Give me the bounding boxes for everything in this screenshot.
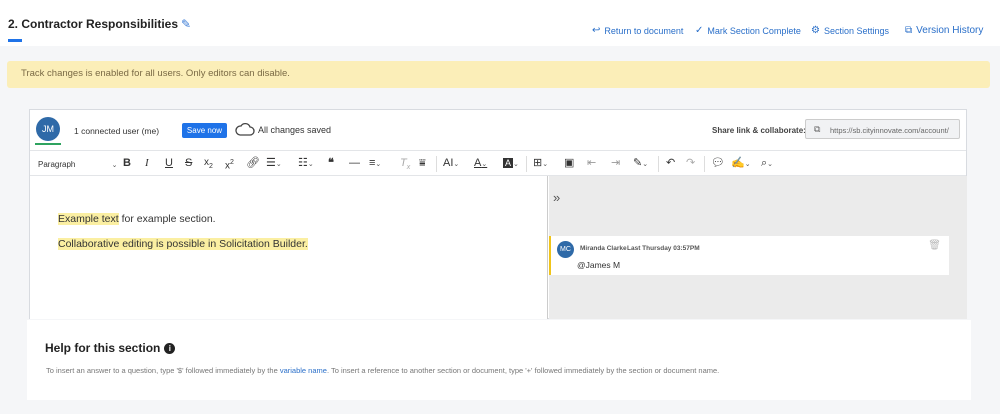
page-break-icon[interactable]: ⩸ bbox=[419, 156, 426, 170]
comment-date: Last Thursday 03:57PM bbox=[627, 245, 700, 252]
section-settings-link[interactable]: ⚙ Section Settings bbox=[811, 25, 889, 36]
clear-format-icon[interactable]: Tx bbox=[400, 156, 410, 175]
collaboration-bar: JM 1 connected user (me) Save now All ch… bbox=[30, 110, 966, 150]
avatar-online-indicator bbox=[35, 143, 61, 145]
chevron-down-icon: ⌄ bbox=[275, 161, 282, 168]
toolbar-separator bbox=[436, 156, 437, 172]
indent-icon[interactable]: ⇥ bbox=[611, 156, 620, 170]
comment-icon[interactable]: 💬︎ bbox=[711, 156, 725, 170]
toolbar-separator bbox=[704, 156, 705, 172]
editor-paragraph: Example text for example section. bbox=[58, 213, 216, 225]
avatar[interactable]: JM bbox=[36, 117, 60, 141]
chevron-down-icon: ⌄ bbox=[307, 161, 314, 168]
superscript-icon[interactable]: x2 bbox=[225, 156, 234, 173]
chevron-down-icon: ⌄ bbox=[453, 161, 460, 168]
return-label: Return to document bbox=[604, 25, 684, 36]
font-size-label: AI bbox=[443, 157, 454, 169]
track-changes-banner: Track changes is enabled for all users. … bbox=[7, 61, 990, 88]
paragraph-label: Paragraph bbox=[38, 160, 76, 169]
editor-paragraph: Collaborative editing is possible in Sol… bbox=[58, 238, 308, 250]
chevron-down-icon: ⌄ bbox=[542, 161, 549, 168]
history-icon: ⧉ bbox=[905, 25, 913, 36]
subscript-icon[interactable]: x2 bbox=[204, 156, 213, 174]
connected-users-text: 1 connected user (me) bbox=[74, 126, 160, 136]
check-circle-icon: ✓ bbox=[695, 25, 704, 36]
table-icon[interactable]: ⊞⌄ bbox=[533, 156, 548, 172]
toolbar-separator bbox=[658, 156, 659, 172]
help-text: To insert an answer to a question, type … bbox=[46, 366, 719, 375]
blockquote-icon[interactable]: ❝ bbox=[328, 156, 334, 170]
chevron-down-icon: ⌄ bbox=[111, 162, 118, 169]
tracked-insertion[interactable]: Example text bbox=[58, 213, 119, 225]
bullet-list-icon[interactable]: ☰⌄ bbox=[266, 156, 282, 172]
return-to-document-link[interactable]: ↩ Return to document bbox=[592, 25, 683, 36]
save-status: All changes saved bbox=[258, 125, 332, 135]
italic-button[interactable]: I bbox=[145, 156, 149, 170]
comments-sidebar: » MC Miranda Clarke Last Thursday 03:57P… bbox=[549, 176, 967, 319]
mark-complete-link[interactable]: ✓ Mark Section Complete bbox=[695, 25, 801, 36]
share-label: Share link & collaborate: bbox=[712, 126, 806, 135]
horizontal-line-icon[interactable]: — bbox=[349, 156, 360, 170]
tracked-insertion[interactable]: Collaborative editing is possible in Sol… bbox=[58, 238, 308, 250]
comment-author: Miranda Clarke bbox=[580, 245, 627, 252]
chevron-down-icon: ⌄ bbox=[744, 161, 751, 168]
version-history-label: Version History bbox=[916, 25, 984, 36]
chevron-down-icon: ⌄ bbox=[513, 161, 519, 168]
link-icon[interactable]: 🔗︎ bbox=[246, 156, 260, 170]
pencil-icon[interactable]: ✎ bbox=[181, 17, 191, 31]
help-text-part: . To insert a reference to another secti… bbox=[326, 366, 720, 375]
mark-complete-label: Mark Section Complete bbox=[707, 25, 801, 36]
font-color-dropdown[interactable]: A⌄ bbox=[474, 156, 487, 172]
background-color-label: A bbox=[503, 158, 514, 168]
highlight-icon[interactable]: ✎⌄ bbox=[633, 156, 648, 172]
chevron-down-icon: ⌄ bbox=[767, 161, 774, 168]
collapse-sidebar-icon[interactable]: » bbox=[553, 190, 560, 205]
find-replace-icon[interactable]: ⌕⌄ bbox=[761, 156, 773, 172]
toolbar-separator bbox=[526, 156, 527, 172]
copy-icon[interactable]: ⧉ bbox=[814, 124, 820, 135]
font-size-dropdown[interactable]: AI⌄ bbox=[443, 156, 459, 172]
editor-content[interactable]: Example text for example section. Collab… bbox=[30, 176, 548, 319]
underline-button[interactable]: U bbox=[165, 156, 173, 170]
bold-button[interactable]: B bbox=[123, 156, 131, 170]
variable-name-link[interactable]: variable name bbox=[280, 366, 327, 375]
editor-toolbar: Paragraph ⌄ B I U S x2 x2 🔗︎ ☰⌄ ☷⌄ ❝ — ≡… bbox=[30, 150, 966, 176]
numbered-list-icon[interactable]: ☷⌄ bbox=[298, 156, 314, 172]
track-changes-icon[interactable]: ✍⌄ bbox=[731, 156, 751, 172]
paragraph-style-dropdown[interactable]: Paragraph ⌄ bbox=[38, 158, 117, 173]
undo-icon[interactable]: ↶ bbox=[666, 156, 675, 170]
help-title-text: Help for this section bbox=[45, 341, 161, 355]
chevron-down-icon: ⌄ bbox=[481, 161, 488, 168]
comment-text: @James M bbox=[577, 260, 621, 270]
editor-card: JM 1 connected user (me) Save now All ch… bbox=[29, 109, 967, 319]
version-history-link[interactable]: ⧉ Version History bbox=[905, 25, 983, 36]
help-text-part: To insert an answer to a question, type … bbox=[46, 366, 280, 375]
section-header: 2. Contractor Responsibilities ✎ ↩ Return… bbox=[0, 0, 1000, 46]
paragraph-text: for example section. bbox=[118, 213, 216, 225]
redo-icon[interactable]: ↷ bbox=[686, 156, 695, 170]
chevron-down-icon: ⌄ bbox=[642, 161, 649, 168]
align-icon[interactable]: ≡⌄ bbox=[369, 156, 381, 172]
cloud-icon bbox=[235, 122, 255, 136]
help-title: Help for this section i bbox=[45, 341, 176, 355]
trash-icon[interactable]: 🗑︎ bbox=[928, 240, 941, 251]
title-underline bbox=[8, 39, 22, 42]
help-panel: Help for this section i To insert an answ… bbox=[27, 320, 971, 400]
share-url-input[interactable] bbox=[830, 125, 958, 136]
outdent-icon[interactable]: ⇤ bbox=[587, 156, 596, 170]
section-title-text: 2. Contractor Responsibilities bbox=[8, 17, 179, 31]
chevron-down-icon: ⌄ bbox=[375, 161, 382, 168]
save-now-button[interactable]: Save now bbox=[182, 123, 227, 138]
comment-card[interactable]: MC Miranda Clarke Last Thursday 03:57PM … bbox=[549, 236, 949, 275]
section-settings-label: Section Settings bbox=[823, 25, 890, 36]
info-icon[interactable]: i bbox=[164, 343, 176, 354]
share-link-box: ⧉ bbox=[805, 119, 960, 139]
avatar: MC bbox=[557, 241, 574, 258]
section-title: 2. Contractor Responsibilities ✎ bbox=[8, 17, 191, 31]
return-icon: ↩ bbox=[592, 25, 601, 36]
image-icon[interactable]: ▣ bbox=[564, 156, 574, 170]
background-color-dropdown[interactable]: A ⌄ bbox=[503, 156, 519, 172]
strikethrough-button[interactable]: S bbox=[185, 156, 192, 170]
gear-icon: ⚙ bbox=[811, 25, 820, 36]
